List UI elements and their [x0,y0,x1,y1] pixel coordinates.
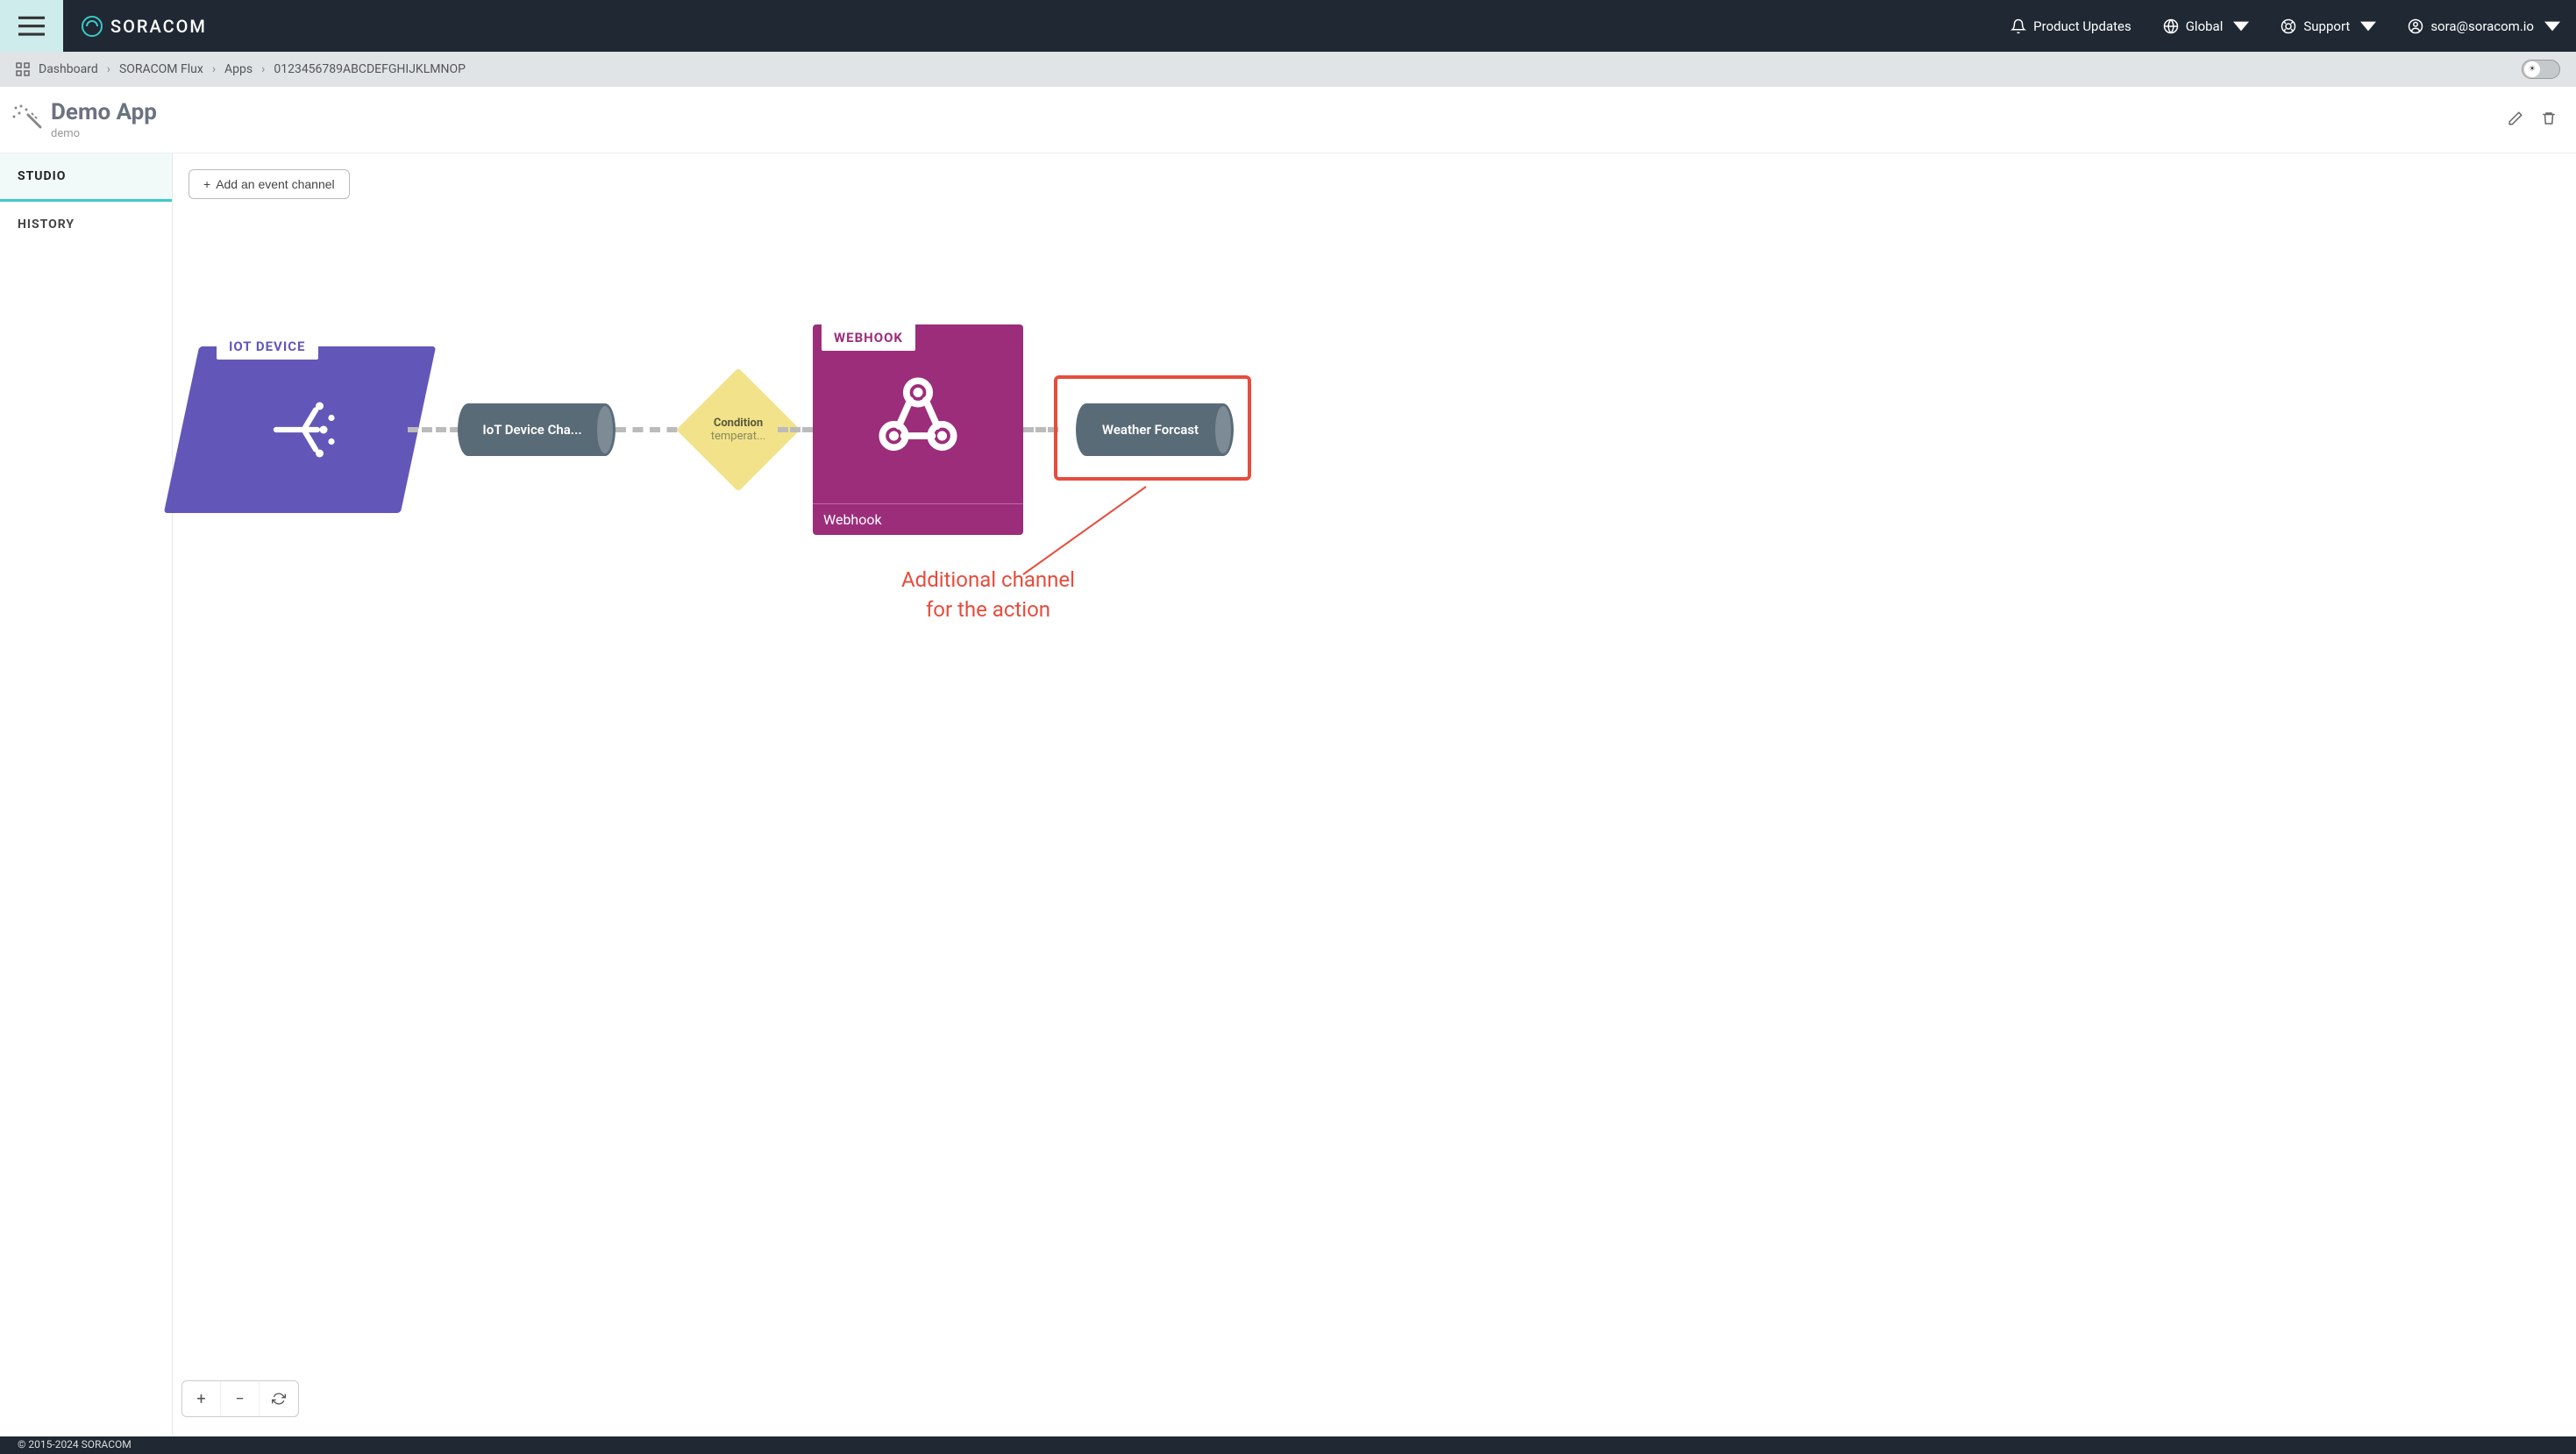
flow-canvas[interactable]: + Add an event channel IOT DEVICE [173,153,2576,1435]
zoom-controls: + − [181,1380,299,1417]
breadcrumb-sep: › [107,62,110,76]
channel-iot-device[interactable]: IoT Device Cha... [458,403,616,456]
theme-toggle[interactable]: ☀ [2522,60,2560,79]
logo-icon [81,15,103,38]
flow-diagram: IOT DEVICE IoT Device Cha... Condition t… [181,329,2558,645]
zoom-out-button[interactable]: − [221,1381,260,1416]
sidebar: STUDIO HISTORY [0,153,173,1435]
hamburger-icon [18,16,45,37]
dashboard-icon [16,62,30,76]
user-icon [2408,18,2423,34]
title-bar: Demo App demo [0,87,2576,153]
toggle-knob: ☀ [2524,61,2540,77]
zoom-in-button[interactable]: + [182,1381,221,1416]
nav-product-updates[interactable]: Product Updates [1995,18,2147,34]
breadcrumb-flux[interactable]: SORACOM Flux [119,62,203,76]
app-icon [11,103,42,138]
delete-button[interactable] [2532,102,2565,139]
breadcrumb-apps[interactable]: Apps [224,62,253,76]
connector [1023,427,1058,432]
edit-button[interactable] [2499,102,2532,139]
nav-user-menu[interactable]: sora@soracom.io [2392,18,2576,34]
main-area: STUDIO HISTORY + Add an event channel IO… [0,153,2576,1435]
chevron-down-icon [2360,18,2376,34]
globe-icon [2163,18,2179,34]
breadcrumb-app-id[interactable]: 0123456789ABCDEFGHIJKLMNOP [274,62,466,76]
iot-device-icon [260,390,339,469]
top-navbar: SORACOM Product Updates Global Support s… [0,0,2576,52]
chevron-down-icon [2544,18,2560,34]
breadcrumb-sep: › [261,62,265,76]
trash-icon [2541,110,2557,126]
page-subtitle: demo [51,127,157,140]
add-channel-button[interactable]: + Add an event channel [189,169,350,199]
breadcrumb-bar: Dashboard › SORACOM Flux › Apps › 012345… [0,52,2576,87]
breadcrumb-dashboard[interactable]: Dashboard [39,62,98,76]
plus-icon: + [203,177,210,191]
webhook-node[interactable]: WEBHOOK Webhook [813,324,1023,535]
brand-name: SORACOM [110,16,207,37]
breadcrumb-sep: › [212,62,216,76]
connector [778,427,813,432]
annotation-text: Additional channel for the action [865,566,1111,624]
channel-weather-forecast[interactable]: Weather Forcast [1076,403,1234,456]
breadcrumb: Dashboard › SORACOM Flux › Apps › 012345… [16,62,466,76]
brand-logo[interactable]: SORACOM [81,15,207,38]
iot-device-node[interactable] [164,346,436,513]
zoom-reset-button[interactable] [260,1381,298,1416]
pencil-icon [2508,110,2523,126]
tab-studio[interactable]: STUDIO [0,153,172,202]
nav-support[interactable]: Support [2265,18,2392,34]
connector [408,427,460,432]
hamburger-menu[interactable] [0,0,63,52]
tab-history[interactable]: HISTORY [0,202,172,247]
lifebuoy-icon [2281,18,2296,34]
page-title: Demo App [51,99,157,125]
nav-global[interactable]: Global [2147,18,2266,34]
footer: © 2015-2024 SORACOM [0,1436,2576,1454]
webhook-icon [870,368,966,468]
refresh-icon [272,1392,286,1406]
chevron-down-icon [2233,18,2249,34]
iot-device-label: IOT DEVICE [217,333,318,360]
bell-icon [2010,18,2026,34]
